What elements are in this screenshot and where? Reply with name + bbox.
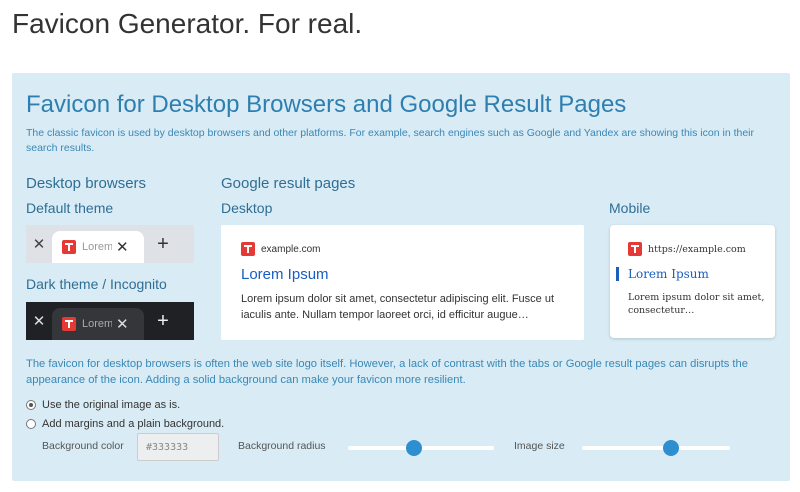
result-title[interactable]: Lorem Ipsum [628, 267, 709, 281]
background-radius-label: Background radius [238, 440, 326, 452]
result-snippet: Lorem ipsum dolor sit amet, consectetur … [241, 293, 555, 321]
favicon-icon [62, 317, 76, 331]
close-icon[interactable]: ✕ [116, 238, 129, 256]
option-margins-label: Add margins and a plain background. [42, 418, 225, 430]
browser-tab[interactable]: Lorem Ipsum ✕ [52, 308, 144, 340]
close-icon[interactable]: ✕ [26, 312, 52, 330]
result-title[interactable]: Lorem Ipsum [241, 266, 329, 283]
favicon-desktop-panel: Favicon for Desktop Browsers and Google … [12, 73, 790, 481]
google-mobile-label: Mobile [609, 200, 651, 216]
option-original-label: Use the original image as is. [42, 399, 181, 411]
result-site: example.com [241, 242, 320, 256]
default-theme-tabstrip: ✕ Lorem Ipsum ✕ + [26, 225, 194, 263]
close-icon[interactable]: ✕ [26, 235, 52, 253]
slider-track [582, 446, 730, 450]
panel-description: The classic favicon is used by desktop b… [26, 127, 754, 154]
google-results-heading: Google result pages [221, 175, 356, 192]
close-icon[interactable]: ✕ [116, 315, 129, 333]
page-title: Favicon Generator. For real. [12, 8, 363, 39]
desktop-browsers-heading: Desktop browsers [26, 175, 147, 192]
google-mobile-result: https://example.com Lorem Ipsum Lorem ip… [610, 225, 775, 338]
result-site-url: https://example.com [648, 243, 746, 255]
radio-margins[interactable] [26, 419, 36, 429]
slider-thumb[interactable] [405, 440, 422, 456]
option-original-image[interactable]: Use the original image as is. [26, 399, 180, 411]
favicon-icon [241, 242, 255, 256]
google-desktop-label: Desktop [221, 200, 273, 216]
dark-theme-label: Dark theme / Incognito [26, 276, 167, 292]
tab-label: Lorem Ipsum [82, 241, 112, 253]
option-margins-background[interactable]: Add margins and a plain background. [26, 418, 224, 430]
result-accent-bar [616, 267, 619, 281]
result-snippet: Lorem ipsum dolor sit amet, consectetur… [628, 292, 765, 316]
result-site-url: example.com [261, 243, 321, 255]
panel-title: Favicon for Desktop Browsers and Google … [26, 91, 627, 118]
plus-icon[interactable]: + [148, 310, 178, 333]
tab-label: Lorem Ipsum [82, 318, 112, 330]
radio-original[interactable] [26, 400, 36, 410]
browser-tab[interactable]: Lorem Ipsum ✕ [52, 231, 144, 263]
contrast-note: The favicon for desktop browsers is ofte… [26, 358, 748, 386]
plus-icon[interactable]: + [148, 233, 178, 256]
default-theme-label: Default theme [26, 200, 114, 216]
slider-thumb[interactable] [662, 440, 679, 456]
image-size-slider[interactable] [582, 440, 730, 456]
background-color-input[interactable] [137, 433, 219, 461]
background-radius-slider[interactable] [348, 440, 494, 456]
background-color-label: Background color [42, 440, 124, 452]
favicon-icon [628, 242, 642, 256]
result-site: https://example.com [628, 242, 746, 256]
google-desktop-result: example.com Lorem Ipsum Lorem ipsum dolo… [221, 225, 584, 340]
favicon-icon [62, 240, 76, 254]
dark-theme-tabstrip: ✕ Lorem Ipsum ✕ + [26, 302, 194, 340]
image-size-label: Image size [514, 440, 565, 452]
